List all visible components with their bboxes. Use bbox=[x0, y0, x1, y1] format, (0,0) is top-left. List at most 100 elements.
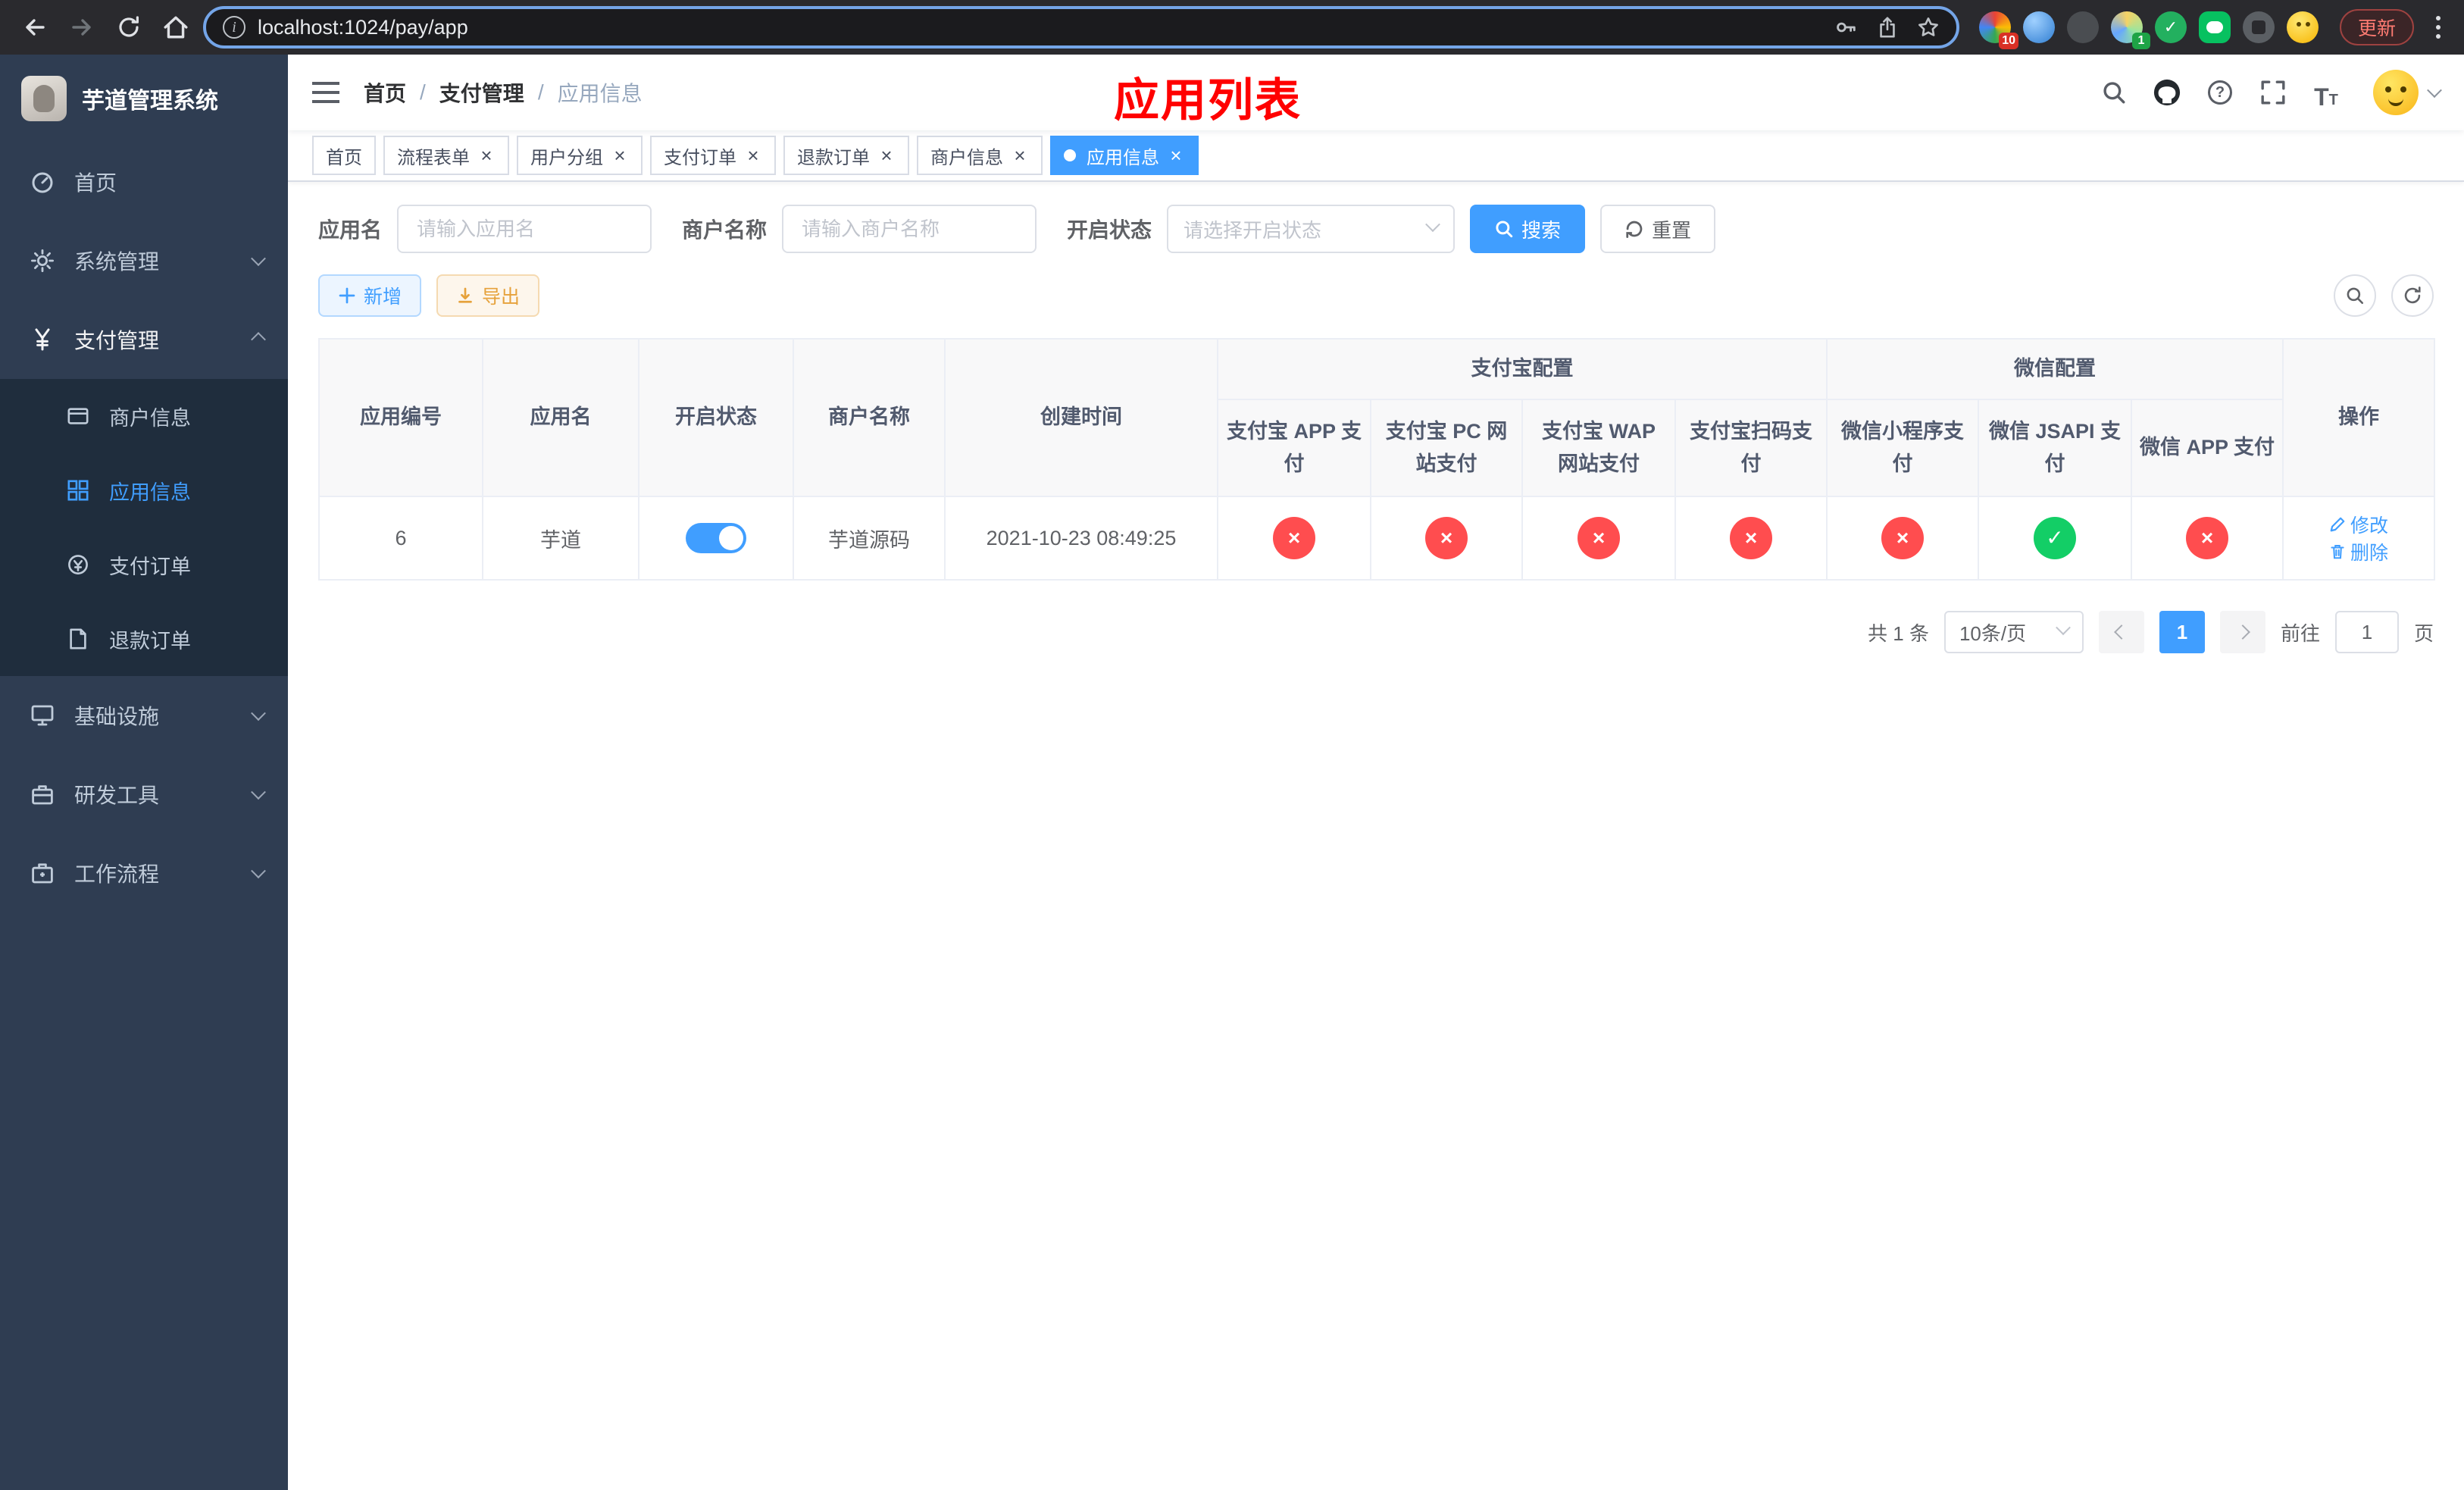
forward-icon[interactable] bbox=[62, 8, 102, 47]
share-icon[interactable] bbox=[1876, 16, 1899, 39]
table-row: 6 芋道 芋道源码 2021-10-23 08:49:25 × × × × × … bbox=[318, 496, 2435, 581]
col-alipay-wap: 支付宝 WAP 网站支付 bbox=[1521, 399, 1676, 497]
page-size-select[interactable]: 10条/页 bbox=[1943, 611, 2084, 653]
edit-pencil-icon bbox=[2330, 517, 2345, 532]
font-size-icon[interactable] bbox=[2311, 77, 2341, 108]
github-icon[interactable] bbox=[2152, 77, 2182, 108]
browser-update-button[interactable]: 更新 bbox=[2339, 9, 2414, 45]
search-button[interactable]: 搜索 bbox=[1470, 205, 1586, 253]
chevron-down-icon bbox=[251, 706, 266, 722]
close-icon[interactable] bbox=[744, 146, 762, 164]
tab-refund-order[interactable]: 退款订单 bbox=[783, 136, 909, 175]
pay-config-cell: × bbox=[1826, 496, 1979, 581]
sidebar-item-refund-order[interactable]: 退款订单 bbox=[0, 602, 288, 676]
sidebar-item-infrastructure[interactable]: 基础设施 bbox=[0, 676, 288, 755]
gear-icon bbox=[31, 249, 54, 272]
sidebar-toggle-icon[interactable] bbox=[312, 82, 339, 103]
delete-button-label: 删除 bbox=[2350, 543, 2388, 564]
col-alipay-scan: 支付宝扫码支付 bbox=[1674, 399, 1828, 497]
close-icon[interactable] bbox=[877, 146, 896, 164]
toggle-search-button[interactable] bbox=[2334, 274, 2376, 317]
pay-config-status-icon: ✓ bbox=[2034, 517, 2076, 559]
close-icon[interactable] bbox=[1011, 146, 1029, 164]
refresh-icon bbox=[2404, 286, 2421, 304]
extension-badge: 1 bbox=[2131, 33, 2150, 49]
yen-icon bbox=[35, 328, 50, 351]
status-toggle[interactable] bbox=[686, 523, 746, 553]
address-bar[interactable]: localhost:1024/pay/app bbox=[203, 6, 1959, 49]
close-icon[interactable] bbox=[1167, 146, 1185, 164]
page-1-button[interactable]: 1 bbox=[2159, 611, 2205, 653]
tab-pay-order[interactable]: 支付订单 bbox=[650, 136, 776, 175]
table-container: 应用编号 应用名 开启状态 商户名称 创建时间 支付宝配置 微信配置 操作 支付… bbox=[288, 317, 2464, 581]
credit-card-icon bbox=[67, 408, 89, 424]
edit-button[interactable]: 修改 bbox=[2329, 511, 2388, 538]
sidebar-item-pay-order[interactable]: 支付订单 bbox=[0, 527, 288, 602]
breadcrumb-home[interactable]: 首页 bbox=[364, 77, 406, 108]
bookmark-star-icon[interactable] bbox=[1917, 16, 1940, 39]
next-page-button[interactable] bbox=[2219, 611, 2265, 653]
site-info-icon[interactable] bbox=[223, 16, 245, 39]
avatar[interactable] bbox=[2373, 70, 2442, 115]
delete-button[interactable]: 删除 bbox=[2329, 538, 2388, 565]
tab-merchant-info[interactable]: 商户信息 bbox=[917, 136, 1043, 175]
merchant-name-label: 商户名称 bbox=[682, 218, 768, 242]
pay-config-status-icon: × bbox=[1273, 517, 1315, 559]
pay-config-cell: × bbox=[1217, 496, 1371, 581]
monitor-icon bbox=[31, 705, 54, 726]
back-icon[interactable] bbox=[15, 8, 55, 47]
add-button[interactable]: 新增 bbox=[318, 274, 422, 317]
app-name-input[interactable] bbox=[397, 205, 652, 253]
cell-app-id: 6 bbox=[318, 496, 483, 581]
goto-page-input[interactable] bbox=[2334, 611, 2399, 653]
refresh-table-button[interactable] bbox=[2391, 274, 2434, 317]
close-icon[interactable] bbox=[477, 146, 496, 164]
tab-app-info[interactable]: 应用信息 bbox=[1050, 136, 1199, 175]
help-icon[interactable] bbox=[2205, 77, 2235, 108]
sidebar-item-workflow[interactable]: 工作流程 bbox=[0, 834, 288, 912]
merchant-name-input[interactable] bbox=[782, 205, 1037, 253]
search-icon[interactable] bbox=[2099, 77, 2129, 108]
cell-create-time: 2021-10-23 08:49:25 bbox=[944, 496, 1218, 581]
sidebar-item-merchant-info[interactable]: 商户信息 bbox=[0, 379, 288, 453]
reset-button-label: 重置 bbox=[1652, 218, 1692, 242]
browser-menu-icon[interactable] bbox=[2428, 11, 2449, 44]
app-logo[interactable]: 芋道管理系统 bbox=[0, 55, 288, 142]
sidebar-item-app-info[interactable]: 应用信息 bbox=[0, 453, 288, 527]
extension-icon[interactable] bbox=[2286, 11, 2319, 43]
tab-home[interactable]: 首页 bbox=[312, 136, 376, 175]
extension-icon[interactable] bbox=[2198, 11, 2231, 43]
reload-icon[interactable] bbox=[109, 8, 149, 47]
sidebar-item-devtools[interactable]: 研发工具 bbox=[0, 755, 288, 834]
grid-icon bbox=[67, 480, 89, 501]
sidebar-item-system[interactable]: 系统管理 bbox=[0, 221, 288, 300]
tab-user-group[interactable]: 用户分组 bbox=[517, 136, 643, 175]
toolbox-icon bbox=[32, 785, 53, 805]
password-key-icon[interactable] bbox=[1835, 16, 1858, 39]
extension-icon[interactable] bbox=[2022, 11, 2055, 43]
close-icon[interactable] bbox=[611, 146, 629, 164]
status-select[interactable]: 请选择开启状态 bbox=[1167, 205, 1456, 253]
url-text: localhost:1024/pay/app bbox=[258, 15, 468, 39]
prev-page-button[interactable] bbox=[2098, 611, 2144, 653]
extension-icon[interactable] bbox=[2242, 11, 2275, 43]
extension-icon[interactable] bbox=[2066, 11, 2099, 43]
tab-process-form[interactable]: 流程表单 bbox=[383, 136, 509, 175]
refresh-icon bbox=[1626, 221, 1643, 238]
fullscreen-icon[interactable] bbox=[2258, 77, 2288, 108]
export-button[interactable]: 导出 bbox=[436, 274, 540, 317]
home-icon[interactable] bbox=[156, 8, 195, 47]
tab-label: 商户信息 bbox=[930, 147, 1003, 168]
trash-icon bbox=[2331, 544, 2344, 559]
dashboard-icon bbox=[32, 172, 53, 193]
sidebar-item-payment[interactable]: 支付管理 bbox=[0, 300, 288, 379]
chevron-up-icon bbox=[251, 332, 266, 347]
reset-button[interactable]: 重置 bbox=[1600, 205, 1716, 253]
status-label: 开启状态 bbox=[1067, 218, 1152, 242]
chevron-down-icon bbox=[1425, 217, 1440, 233]
extension-icon[interactable]: 1 bbox=[2110, 11, 2150, 49]
sidebar-item-home[interactable]: 首页 bbox=[0, 142, 288, 221]
breadcrumb-payment[interactable]: 支付管理 bbox=[439, 77, 524, 108]
extension-icon[interactable] bbox=[2154, 11, 2187, 43]
extension-icon[interactable]: 10 bbox=[1978, 11, 2018, 49]
